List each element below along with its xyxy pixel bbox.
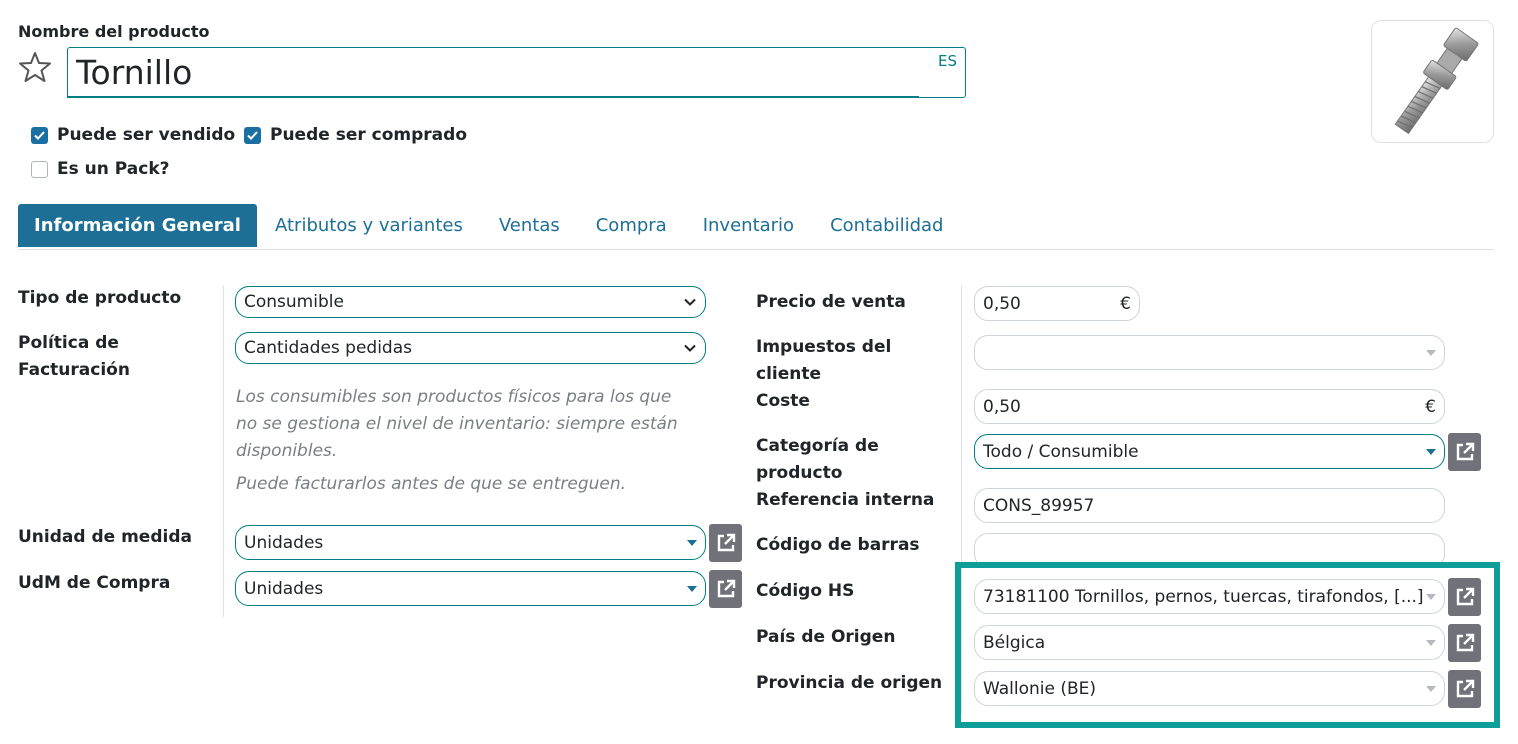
chevron-down-icon — [684, 298, 696, 306]
external-link-icon — [717, 579, 735, 598]
internal-ref-input[interactable]: CONS_89957 — [974, 488, 1445, 523]
bolt-image-icon — [1394, 27, 1479, 135]
cost-label: Coste — [756, 391, 810, 411]
sale-price-input[interactable]: 0,50 € — [974, 286, 1140, 321]
tab-attributes-variants[interactable]: Atributos y variantes — [257, 204, 481, 247]
category-external-button[interactable] — [1448, 433, 1481, 471]
category-label: Categoría de producto — [756, 433, 879, 487]
tab-inventory[interactable]: Inventario — [685, 204, 812, 247]
sale-price-value: 0,50 — [983, 293, 1021, 314]
product-name-input[interactable] — [76, 52, 916, 92]
customer-taxes-input[interactable] — [974, 335, 1445, 370]
customer-taxes-label-line2: cliente — [756, 364, 822, 384]
help-line: Los consumibles son productos físicos pa… — [236, 387, 672, 407]
category-label-line2: producto — [756, 463, 843, 483]
can-be-sold-checkbox[interactable]: Puede ser vendido — [31, 125, 235, 145]
origin-country-label: País de Origen — [756, 627, 896, 647]
caret-down-icon — [1426, 448, 1436, 455]
product-type-label: Tipo de producto — [18, 288, 182, 308]
category-input[interactable]: Todo / Consumible — [974, 434, 1445, 469]
invoice-policy-select[interactable]: Cantidades pedidas — [235, 332, 706, 364]
can-be-sold-label: Puede ser vendido — [57, 125, 236, 145]
purchase-uom-input[interactable]: Unidades — [235, 571, 706, 606]
purchase-uom-external-button[interactable] — [709, 570, 742, 608]
product-name-field[interactable]: ES — [67, 47, 966, 98]
currency-symbol: € — [1425, 396, 1436, 417]
tab-general-info[interactable]: Información General — [18, 204, 257, 247]
product-image[interactable] — [1371, 20, 1494, 143]
barcode-label: Código de barras — [756, 535, 920, 555]
sale-price-label: Precio de venta — [756, 292, 906, 312]
invoice-policy-label-line2: Facturación — [18, 360, 130, 380]
caret-down-icon — [1426, 349, 1436, 356]
chevron-down-icon — [684, 344, 696, 352]
invoice-policy-help: Puede facturarlos antes de que se entreg… — [236, 474, 627, 494]
invoice-policy-label: Política de Facturación — [18, 330, 130, 384]
is-pack-label: Es un Pack? — [57, 159, 170, 179]
product-type-select[interactable]: Consumible — [235, 286, 706, 318]
invoice-policy-label-line1: Política de — [18, 333, 119, 353]
product-type-value: Consumible — [244, 292, 344, 312]
uom-external-button[interactable] — [709, 524, 742, 562]
is-pack-checkbox[interactable]: Es un Pack? — [31, 159, 170, 179]
uom-value: Unidades — [244, 532, 324, 553]
name-underline — [67, 96, 919, 98]
category-label-line1: Categoría de — [756, 436, 879, 456]
cost-value: 0,50 — [983, 396, 1021, 417]
external-link-icon — [1456, 442, 1474, 461]
help-line: no se gestiona el nivel de inventario: s… — [236, 414, 678, 434]
checkbox-checked-icon[interactable] — [244, 126, 261, 144]
help-line: disponibles. — [236, 441, 338, 461]
product-type-help: Los consumibles son productos físicos pa… — [236, 384, 716, 465]
hs-code-label: Código HS — [756, 581, 855, 601]
left-separator — [223, 285, 224, 617]
purchase-uom-label: UdM de Compra — [18, 573, 171, 593]
language-button[interactable]: ES — [938, 52, 957, 70]
internal-ref-value: CONS_89957 — [983, 495, 1095, 516]
notebook-tabs: Información General Atributos y variante… — [18, 204, 1494, 250]
tab-accounting[interactable]: Contabilidad — [812, 204, 961, 247]
uom-label: Unidad de medida — [18, 527, 192, 547]
external-link-icon — [717, 533, 735, 552]
tab-sales[interactable]: Ventas — [481, 204, 578, 247]
checkbox-unchecked-icon[interactable] — [31, 160, 48, 178]
caret-down-icon — [687, 585, 697, 592]
can-be-purchased-label: Puede ser comprado — [270, 125, 468, 145]
purchase-uom-value: Unidades — [244, 578, 324, 599]
currency-symbol: € — [1120, 293, 1131, 314]
internal-ref-label: Referencia interna — [756, 490, 935, 510]
invoice-policy-value: Cantidades pedidas — [244, 338, 412, 358]
customer-taxes-label-line1: Impuestos del — [756, 337, 892, 357]
highlight-box — [955, 562, 1500, 728]
category-value: Todo / Consumible — [983, 441, 1139, 462]
customer-taxes-label: Impuestos del cliente — [756, 334, 891, 388]
caret-down-icon — [687, 539, 697, 546]
uom-input[interactable]: Unidades — [235, 525, 706, 560]
product-name-label: Nombre del producto — [18, 22, 210, 41]
can-be-purchased-checkbox[interactable]: Puede ser comprado — [244, 125, 467, 145]
cost-input[interactable]: 0,50 € — [974, 389, 1445, 424]
checkbox-checked-icon[interactable] — [31, 126, 48, 144]
star-icon[interactable] — [18, 50, 52, 84]
origin-state-label: Provincia de origen — [756, 673, 943, 693]
tab-purchase[interactable]: Compra — [578, 204, 685, 247]
